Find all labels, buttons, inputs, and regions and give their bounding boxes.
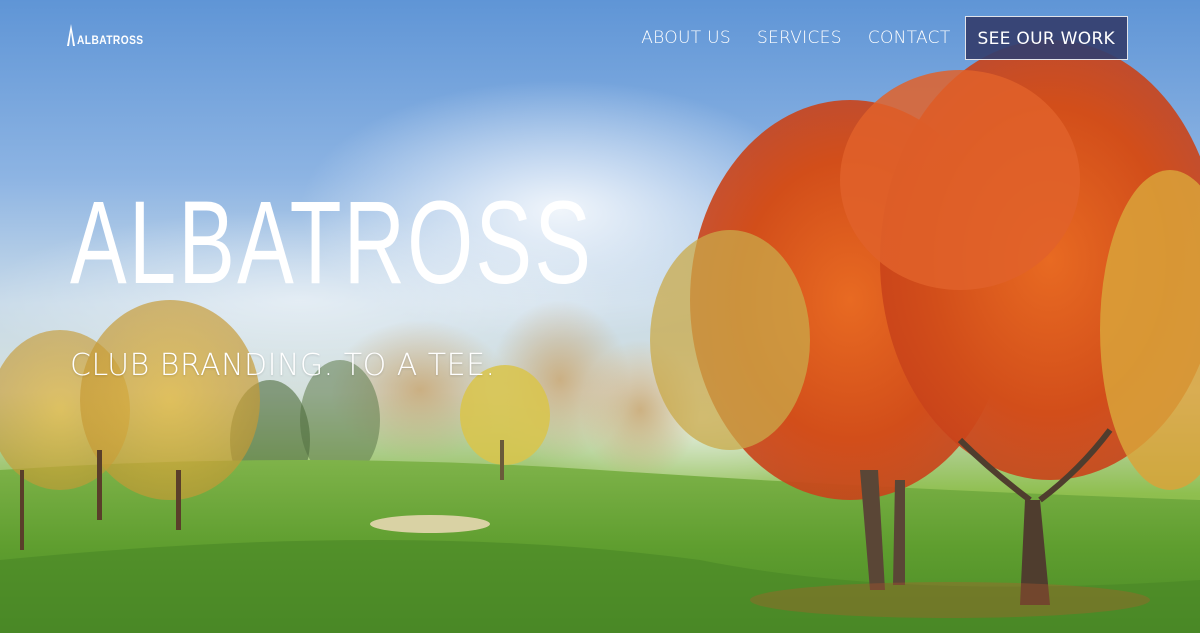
nav-about-us[interactable]: ABOUT US <box>641 28 731 48</box>
main-nav: ABOUT US SERVICES CONTACT SEE OUR WORK <box>615 15 1128 61</box>
hero-section: ALBATROSS ABOUT US SERVICES CONTACT SEE … <box>0 0 1200 633</box>
brand-logo[interactable]: ALBATROSS <box>66 24 155 46</box>
logo-text: ALBATROSS <box>77 33 144 47</box>
hero-tagline: CLUB BRANDING. TO A TEE. <box>70 348 496 383</box>
nav-services[interactable]: SERVICES <box>757 28 842 48</box>
background-photo <box>0 40 1200 633</box>
hero-title: ALBATROSS <box>70 177 594 309</box>
logo-mark-icon <box>67 24 75 46</box>
see-our-work-button[interactable]: SEE OUR WORK <box>964 16 1128 60</box>
nav-contact[interactable]: CONTACT <box>868 28 951 48</box>
